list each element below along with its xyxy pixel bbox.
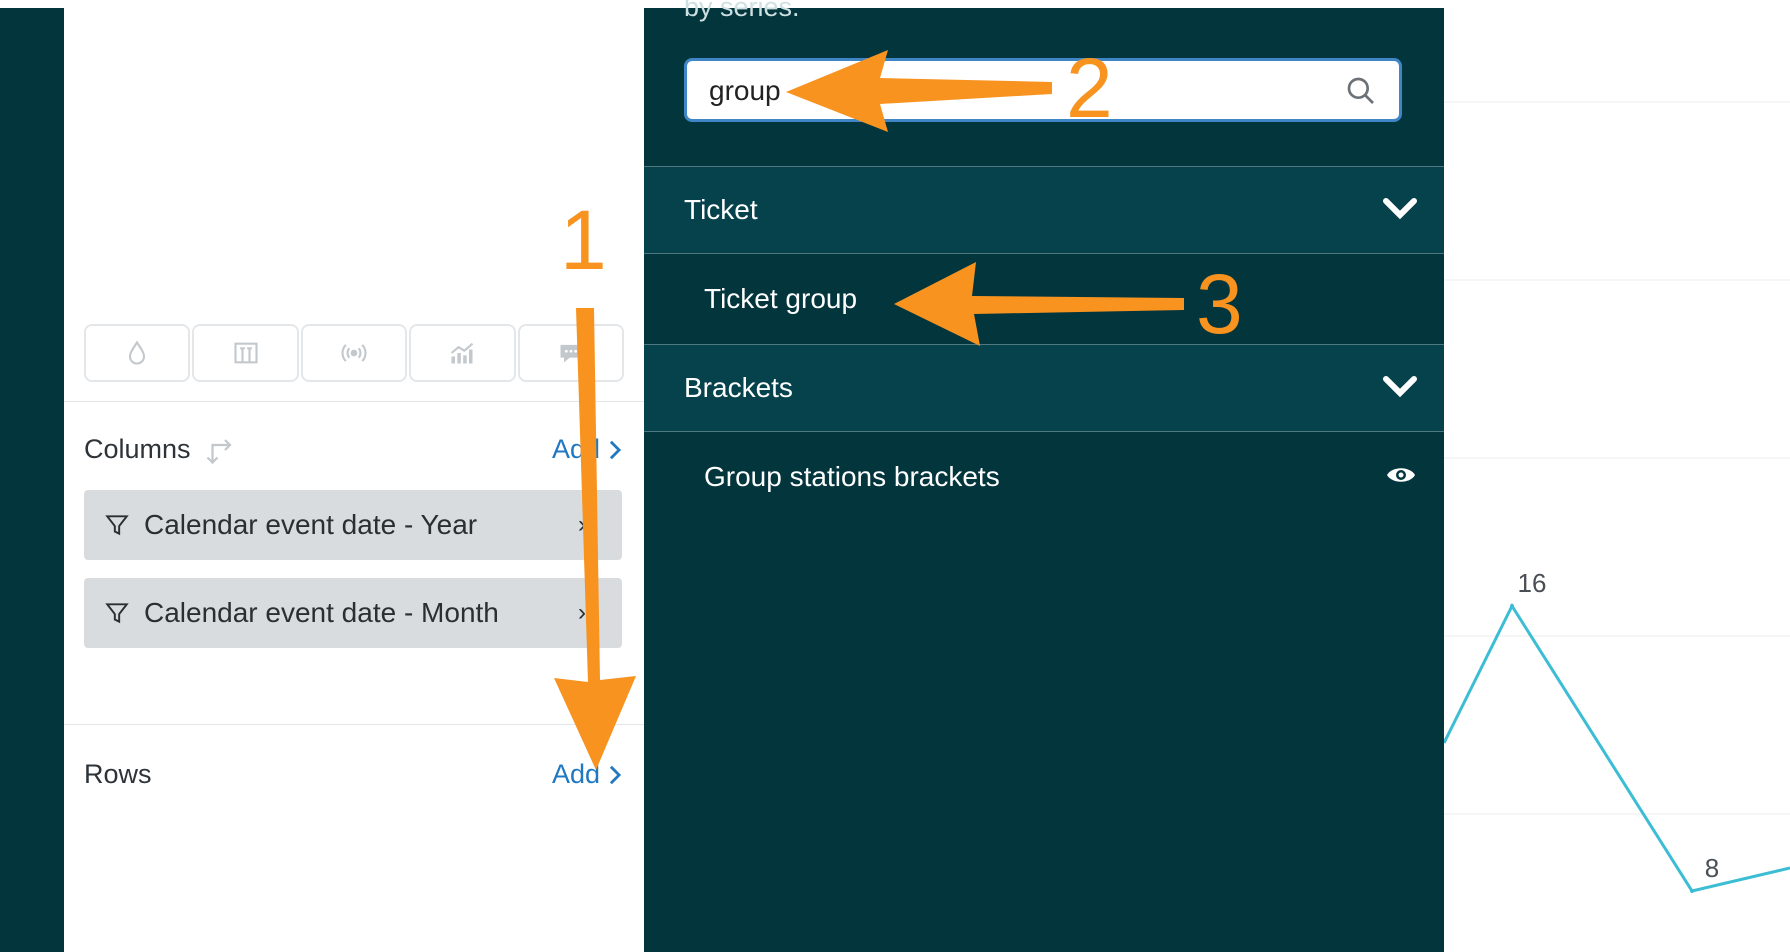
group-title: Brackets	[684, 372, 793, 403]
chart-data-point	[1690, 889, 1694, 893]
chip-label: Calendar event date - Month	[144, 597, 499, 628]
search-input[interactable]	[707, 69, 1311, 113]
chip-label: Calendar event date - Year	[144, 509, 478, 540]
trend-chart-icon	[451, 342, 474, 364]
drop-icon	[129, 340, 146, 365]
rows-add-link[interactable]: Add	[552, 759, 622, 790]
viz-button-drop[interactable]	[84, 324, 191, 382]
chevron-right-icon	[609, 440, 622, 459]
search-icon[interactable]	[1345, 75, 1377, 107]
chart-area: 16 8	[1444, 8, 1790, 952]
chart-series-line	[1444, 602, 1790, 893]
chevron-right-icon: ›	[578, 511, 586, 538]
rows-label: Rows	[84, 759, 152, 789]
divider	[64, 401, 644, 402]
filter-icon	[105, 603, 129, 624]
divider	[64, 724, 644, 725]
chevron-down-icon	[1383, 198, 1417, 220]
option-label: Ticket group	[704, 283, 858, 314]
annotation-step-1: 1	[560, 193, 607, 287]
viz-button-trend-chart[interactable]	[409, 324, 516, 382]
group-title: Ticket	[684, 194, 758, 225]
group-header-ticket[interactable]: Ticket	[644, 166, 1444, 254]
nav-rail	[0, 8, 64, 952]
chart-data-point	[1510, 604, 1514, 608]
comment-icon	[560, 344, 582, 363]
chevron-right-icon	[609, 765, 622, 784]
bar-compare-icon	[234, 342, 258, 364]
visualization-toolbar	[84, 324, 625, 382]
broadcast-icon	[341, 344, 367, 362]
columns-add-label: Add	[551, 434, 600, 464]
option-label: Group stations brackets	[704, 461, 1000, 492]
chart-data-label: 16	[1518, 568, 1547, 598]
viz-button-comment[interactable]	[517, 324, 625, 382]
filter-icon	[105, 515, 129, 536]
viz-button-broadcast[interactable]	[300, 324, 408, 382]
field-picker-dropdown: by series. Ticket Ticket group Brackets …	[644, 0, 1444, 952]
dropdown-hint: by series.	[684, 0, 800, 22]
annotation-step-3: 3	[1196, 257, 1243, 351]
columns-add-link[interactable]: Add	[552, 434, 622, 465]
viz-button-bar-compare[interactable]	[192, 324, 299, 382]
search-box	[684, 58, 1402, 122]
eye-icon[interactable]	[1386, 464, 1416, 486]
line-chart: 16 8	[1444, 101, 1790, 893]
config-panel: Columns Add Calendar event date - Year ›…	[64, 8, 644, 952]
column-chip-month[interactable]: Calendar event date - Month ›	[84, 578, 622, 648]
option-group-stations-brackets[interactable]: Group stations brackets	[644, 432, 1444, 522]
chevron-down-icon	[1383, 376, 1417, 398]
chevron-right-icon: ›	[578, 599, 586, 626]
swap-arrows-icon	[206, 438, 232, 464]
columns-label: Columns	[84, 434, 191, 464]
group-header-brackets[interactable]: Brackets	[644, 344, 1444, 432]
option-ticket-group[interactable]: Ticket group	[644, 254, 1444, 344]
column-chip-year[interactable]: Calendar event date - Year ›	[84, 490, 622, 560]
annotation-step-2: 2	[1066, 41, 1113, 135]
columns-section-title: Columns	[84, 434, 235, 465]
rows-add-label: Add	[551, 759, 600, 789]
chart-data-label: 8	[1705, 853, 1719, 883]
